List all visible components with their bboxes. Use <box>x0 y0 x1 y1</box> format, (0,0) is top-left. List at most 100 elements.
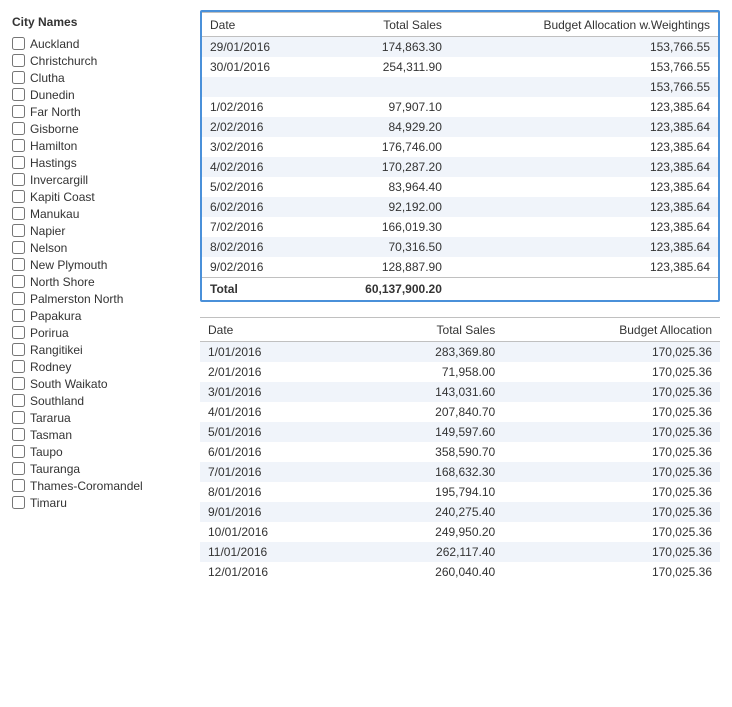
table-row: 30/01/2016254,311.90153,766.55 <box>202 57 718 77</box>
city-label: New Plymouth <box>30 258 107 272</box>
table-cell: 10/01/2016 <box>200 522 352 542</box>
table-cell: 195,794.10 <box>352 482 504 502</box>
city-checkbox[interactable] <box>12 173 25 186</box>
table-cell: 170,025.36 <box>503 362 720 382</box>
city-checkbox[interactable] <box>12 190 25 203</box>
city-checkbox[interactable] <box>12 479 25 492</box>
city-checkbox[interactable] <box>12 462 25 475</box>
col-header: Budget Allocation <box>503 318 720 342</box>
table-cell: 123,385.64 <box>450 257 718 278</box>
city-label: Dunedin <box>30 88 75 102</box>
city-label: Rodney <box>30 360 71 374</box>
city-checkbox[interactable] <box>12 156 25 169</box>
city-item: Dunedin <box>10 86 190 103</box>
table-cell: 5/01/2016 <box>200 422 352 442</box>
city-label: Manukau <box>30 207 79 221</box>
city-checkbox[interactable] <box>12 258 25 271</box>
city-item: Palmerston North <box>10 290 190 307</box>
table-cell: 170,025.36 <box>503 562 720 582</box>
table-cell: 71,958.00 <box>352 362 504 382</box>
city-checkbox[interactable] <box>12 496 25 509</box>
city-checkbox[interactable] <box>12 105 25 118</box>
city-label: Kapiti Coast <box>30 190 95 204</box>
city-checkbox[interactable] <box>12 428 25 441</box>
main-content: DateTotal SalesBudget Allocation w.Weigh… <box>200 10 722 697</box>
city-checkbox[interactable] <box>12 241 25 254</box>
city-checkbox[interactable] <box>12 71 25 84</box>
table-cell: 6/02/2016 <box>202 197 314 217</box>
table-footer-cell <box>450 278 718 301</box>
city-checkbox[interactable] <box>12 122 25 135</box>
table-cell: 1/01/2016 <box>200 342 352 363</box>
city-item: Porirua <box>10 324 190 341</box>
table-row: 4/02/2016170,287.20123,385.64 <box>202 157 718 177</box>
table1-header: DateTotal SalesBudget Allocation w.Weigh… <box>202 13 718 37</box>
city-item: Manukau <box>10 205 190 222</box>
city-checkbox[interactable] <box>12 360 25 373</box>
table-row: 9/01/2016240,275.40170,025.36 <box>200 502 720 522</box>
table-cell: 170,025.36 <box>503 442 720 462</box>
table-row: 1/01/2016283,369.80170,025.36 <box>200 342 720 363</box>
city-item: Auckland <box>10 35 190 52</box>
city-label: Porirua <box>30 326 69 340</box>
city-checkbox[interactable] <box>12 275 25 288</box>
table-cell: 12/01/2016 <box>200 562 352 582</box>
city-checkbox[interactable] <box>12 326 25 339</box>
city-checkbox[interactable] <box>12 207 25 220</box>
city-checkbox[interactable] <box>12 445 25 458</box>
table-row: 4/01/2016207,840.70170,025.36 <box>200 402 720 422</box>
table-cell: 123,385.64 <box>450 237 718 257</box>
city-label: Clutha <box>30 71 65 85</box>
city-checkbox[interactable] <box>12 343 25 356</box>
table-row: 10/01/2016249,950.20170,025.36 <box>200 522 720 542</box>
city-checkbox[interactable] <box>12 292 25 305</box>
city-checkbox[interactable] <box>12 139 25 152</box>
table-cell: 84,929.20 <box>314 117 450 137</box>
table-cell: 153,766.55 <box>450 37 718 58</box>
city-item: Hamilton <box>10 137 190 154</box>
table-cell: 7/01/2016 <box>200 462 352 482</box>
city-item: New Plymouth <box>10 256 190 273</box>
city-checkbox[interactable] <box>12 88 25 101</box>
table-cell: 170,025.36 <box>503 542 720 562</box>
table-cell: 170,025.36 <box>503 522 720 542</box>
table-cell: 5/02/2016 <box>202 177 314 197</box>
table-cell: 7/02/2016 <box>202 217 314 237</box>
city-label: Napier <box>30 224 65 238</box>
city-item: Papakura <box>10 307 190 324</box>
city-checkbox[interactable] <box>12 394 25 407</box>
city-item: Rodney <box>10 358 190 375</box>
table-row: 1/02/201697,907.10123,385.64 <box>202 97 718 117</box>
city-label: Papakura <box>30 309 81 323</box>
table-row: 5/02/201683,964.40123,385.64 <box>202 177 718 197</box>
table-cell: 170,025.36 <box>503 402 720 422</box>
table-cell: 8/01/2016 <box>200 482 352 502</box>
table-cell: 358,590.70 <box>352 442 504 462</box>
table-cell: 123,385.64 <box>450 197 718 217</box>
city-checkbox[interactable] <box>12 309 25 322</box>
table-row: 8/01/2016195,794.10170,025.36 <box>200 482 720 502</box>
city-label: Timaru <box>30 496 67 510</box>
table-row: 3/01/2016143,031.60170,025.36 <box>200 382 720 402</box>
city-checkbox[interactable] <box>12 377 25 390</box>
city-item: Tauranga <box>10 460 190 477</box>
city-checkbox[interactable] <box>12 224 25 237</box>
city-checkbox[interactable] <box>12 54 25 67</box>
table-cell: 1/02/2016 <box>202 97 314 117</box>
table-cell: 170,025.36 <box>503 482 720 502</box>
city-checkbox[interactable] <box>12 411 25 424</box>
table-row: 29/01/2016174,863.30153,766.55 <box>202 37 718 58</box>
city-label: South Waikato <box>30 377 108 391</box>
table-cell: 254,311.90 <box>314 57 450 77</box>
city-checkbox[interactable] <box>12 37 25 50</box>
table-cell: 170,025.36 <box>503 342 720 363</box>
city-list: AucklandChristchurchCluthaDunedinFar Nor… <box>10 35 190 511</box>
table-cell: 143,031.60 <box>352 382 504 402</box>
table-row: 12/01/2016260,040.40170,025.36 <box>200 562 720 582</box>
table-cell: 123,385.64 <box>450 97 718 117</box>
city-item: Tararua <box>10 409 190 426</box>
city-item: Invercargill <box>10 171 190 188</box>
city-item: South Waikato <box>10 375 190 392</box>
table-cell: 170,025.36 <box>503 462 720 482</box>
table1-body: 29/01/2016174,863.30153,766.5530/01/2016… <box>202 37 718 278</box>
